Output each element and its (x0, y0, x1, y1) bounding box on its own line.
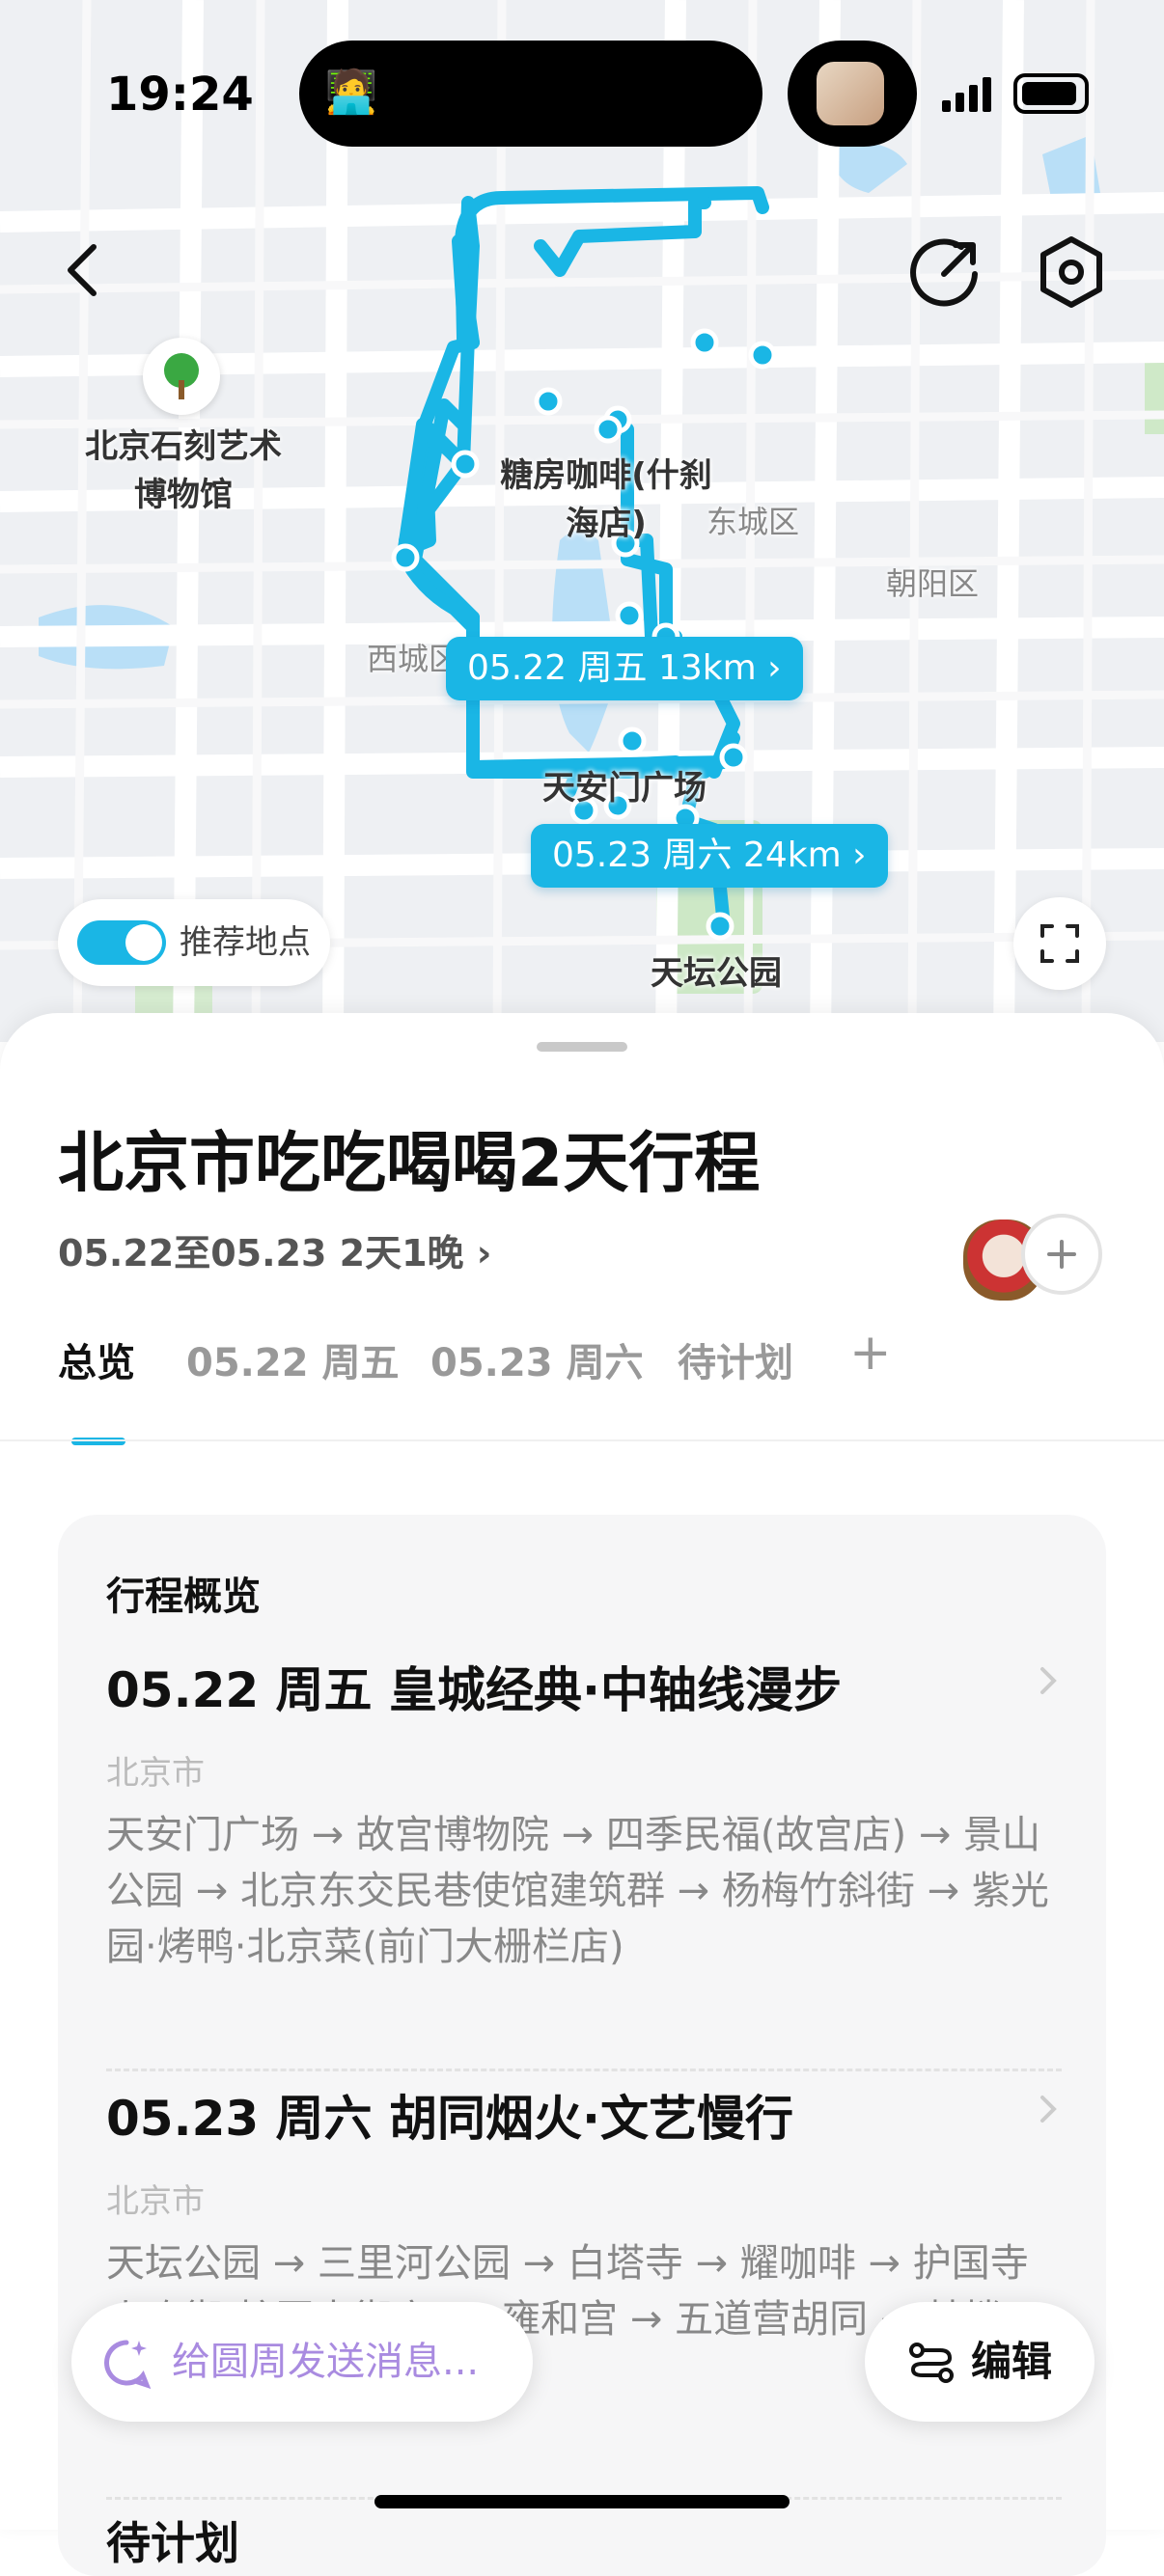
trip-date-range[interactable]: 05.22至05.23 2天1晚 › (58, 1223, 491, 1276)
tree-icon (164, 353, 199, 399)
recommend-toggle-label: 推荐地点 (180, 923, 311, 962)
message-input-bar[interactable]: 给圆周发送消息... (71, 2302, 533, 2422)
day1-route: 天安门广场 → 故宫博物院 → 四季民福(故宫店) → 景山公园 → 北京东交民… (106, 1813, 1049, 1969)
edit-button[interactable]: 编辑 (865, 2302, 1095, 2422)
island-avatar-image (817, 62, 884, 125)
chevron-right-icon (1040, 2096, 1057, 2123)
cellular-signal-icon (942, 77, 991, 112)
recommend-toggle-container[interactable]: 推荐地点 (58, 899, 330, 986)
expand-icon (1040, 924, 1079, 963)
day1-city: 北京市 (106, 1754, 205, 1793)
message-placeholder: 给圆周发送消息... (172, 2340, 480, 2384)
edit-label: 编辑 (971, 2338, 1053, 2385)
battery-icon (1013, 73, 1089, 114)
back-arrow-icon (68, 244, 97, 296)
home-indicator (374, 2495, 790, 2508)
island-activity-icon: 🧑‍💻 (324, 68, 378, 117)
dynamic-island: 🧑‍💻 (299, 41, 762, 147)
plus-icon (1047, 1240, 1076, 1269)
trip-title: 北京市吃吃喝喝2天行程 (58, 1126, 761, 1202)
to-plan-section-title: 待计划 (106, 2517, 239, 2569)
day1-route-chip[interactable]: 05.22 周五 13km › (446, 637, 803, 700)
tab-day1[interactable]: 05.22 周五 (186, 1331, 399, 1387)
tab-divider (0, 1439, 1164, 1441)
expand-map-button[interactable] (1013, 897, 1106, 990)
map-label-museum: 北京石刻艺术 博物馆 (85, 427, 282, 514)
day2-route-chip[interactable]: 05.23 周六 24km › (531, 824, 888, 888)
tab-day2[interactable]: 05.23 周六 (430, 1331, 643, 1387)
map-label-chaoyang: 朝阳区 (886, 565, 980, 602)
day2-title: 05.23 周六 胡同烟火·文艺慢行 (106, 2091, 793, 2147)
day1-title: 05.22 周五 皇城经典·中轴线漫步 (106, 1662, 842, 1718)
settings-button[interactable] (1023, 224, 1120, 320)
tab-to-plan[interactable]: 待计划 (678, 1331, 793, 1387)
map-label-temple-of-heaven: 天坛公园 (651, 954, 782, 993)
tab-overview[interactable]: 总览 (58, 1331, 135, 1387)
dynamic-island-avatar (788, 41, 917, 147)
recommend-toggle[interactable] (77, 920, 166, 965)
status-time: 19:24 (106, 68, 254, 122)
map-label-dongcheng: 东城区 (707, 504, 800, 540)
chevron-right-icon (1040, 1667, 1057, 1694)
poi-museum-marker[interactable] (143, 338, 220, 415)
overview-header: 行程概览 (106, 1575, 261, 1619)
back-button[interactable] (35, 222, 131, 318)
route-map[interactable]: 19:24 🧑‍💻 北京石刻艺术 博物馆 糖房咖啡(什刹 (0, 0, 1164, 1042)
route-edit-icon (909, 2343, 954, 2383)
share-button[interactable] (898, 224, 994, 320)
share-icon (910, 238, 978, 307)
settings-icon (1040, 236, 1102, 308)
day2-city: 北京市 (106, 2182, 205, 2221)
day-divider (106, 2069, 1062, 2071)
ai-chat-icon (104, 2340, 152, 2389)
map-label-cafe: 糖房咖啡(什刹 海店) (500, 456, 712, 543)
add-member-button[interactable] (1021, 1214, 1102, 1295)
day1-summary[interactable]: 05.22 周五 皇城经典·中轴线漫步 北京市 天安门广场 → 故宫博物院 → … (106, 1652, 1062, 1975)
map-label-tiananmen: 天安门广场 (542, 769, 707, 808)
sheet-drag-handle[interactable] (537, 1042, 627, 1052)
add-tab-button[interactable]: + (849, 1324, 892, 1382)
